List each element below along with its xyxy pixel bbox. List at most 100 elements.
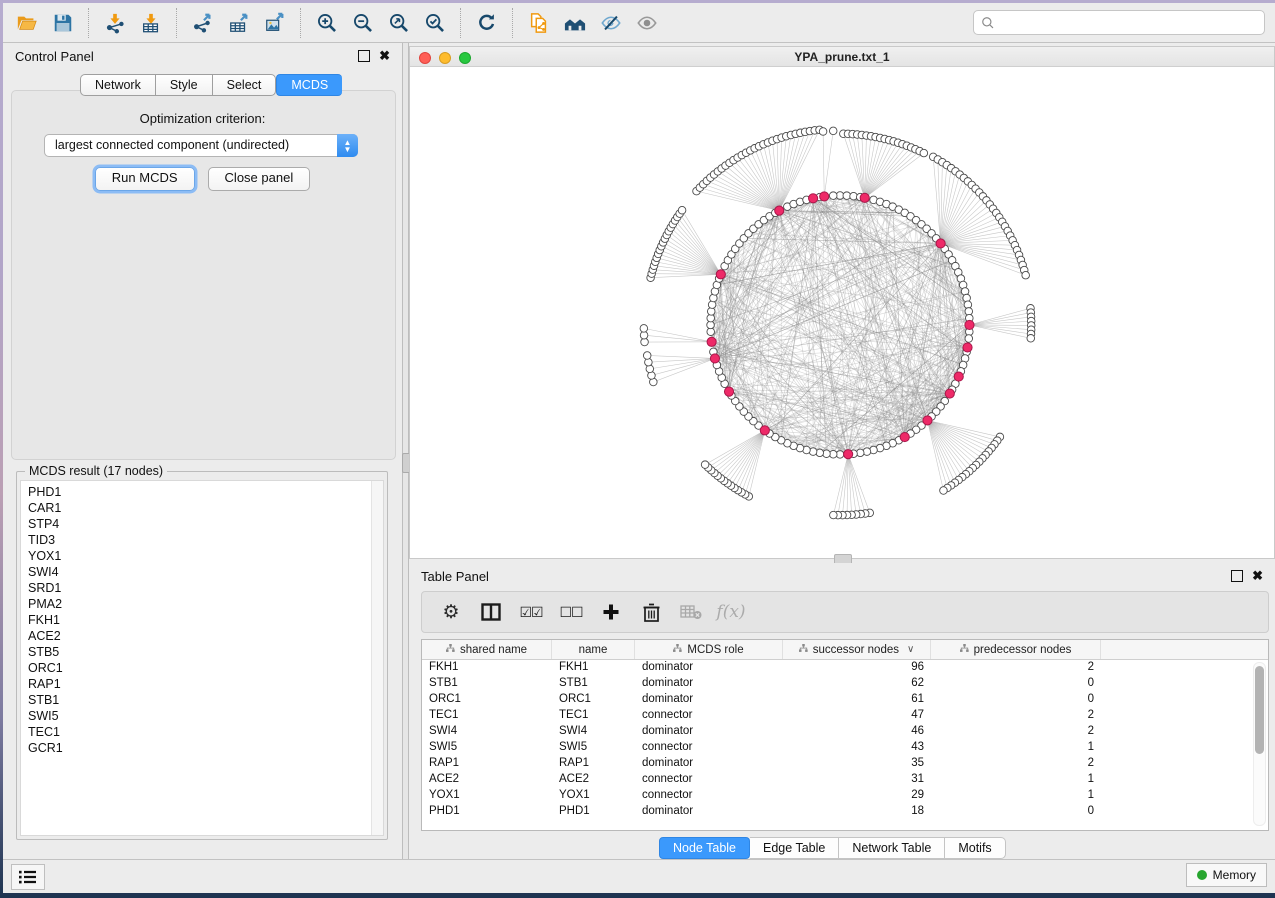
table-row[interactable]: TEC1TEC1connector472	[422, 707, 1268, 723]
mcds-hub-node[interactable]	[900, 432, 909, 441]
clone-network-icon[interactable]	[524, 8, 554, 38]
mcds-hub-node[interactable]	[707, 337, 716, 346]
leaf-node[interactable]	[819, 128, 827, 136]
table-row[interactable]: RAP1RAP1dominator352	[422, 755, 1268, 771]
table-row[interactable]: SWI5SWI5connector431	[422, 739, 1268, 755]
mcds-result-item[interactable]: PHD1	[28, 484, 63, 500]
table-row[interactable]: STB1STB1dominator620	[422, 675, 1268, 691]
criterion-dropdown[interactable]: largest connected component (undirected)…	[44, 134, 358, 157]
tab-network-table[interactable]: Network Table	[839, 837, 945, 859]
leaf-node[interactable]	[1022, 271, 1030, 279]
table-scrollbar[interactable]	[1253, 662, 1266, 826]
run-mcds-button[interactable]: Run MCDS	[95, 167, 195, 191]
network-node[interactable]	[829, 192, 837, 200]
open-folder-icon[interactable]	[12, 8, 42, 38]
leaf-node[interactable]	[678, 206, 686, 214]
import-network-icon[interactable]	[100, 8, 130, 38]
mcds-result-item[interactable]: TID3	[28, 532, 63, 548]
mcds-list-scrollbar[interactable]	[371, 481, 383, 835]
mcds-hub-node[interactable]	[760, 426, 769, 435]
show-panels-list-icon[interactable]	[11, 864, 45, 890]
vertical-splitter[interactable]	[402, 43, 409, 860]
table-row[interactable]: SWI4SWI4dominator462	[422, 723, 1268, 739]
mcds-hub-node[interactable]	[716, 270, 725, 279]
mcds-hub-node[interactable]	[724, 387, 733, 396]
float-table-panel-icon[interactable]	[1231, 570, 1243, 582]
delete-column-trash-icon[interactable]	[638, 599, 664, 625]
column-header-predecessor-nodes[interactable]: predecessor nodes	[931, 640, 1101, 659]
search-input[interactable]	[1000, 15, 1264, 31]
network-canvas[interactable]	[410, 66, 1274, 558]
zoom-selected-icon[interactable]	[420, 8, 450, 38]
tab-motifs[interactable]: Motifs	[945, 837, 1005, 859]
leaf-node[interactable]	[643, 352, 651, 360]
mcds-result-item[interactable]: TEC1	[28, 724, 63, 740]
table-row[interactable]: YOX1YOX1connector291	[422, 787, 1268, 803]
table-row[interactable]: ACE2ACE2connector311	[422, 771, 1268, 787]
mcds-hub-node[interactable]	[775, 206, 784, 215]
mcds-hub-node[interactable]	[923, 416, 932, 425]
leaf-node[interactable]	[640, 325, 648, 333]
close-table-panel-icon[interactable]: ✖	[1252, 571, 1263, 581]
mcds-hub-node[interactable]	[844, 450, 853, 459]
export-image-icon[interactable]	[260, 8, 290, 38]
tab-edge-table[interactable]: Edge Table	[750, 837, 839, 859]
mcds-result-item[interactable]: SWI4	[28, 564, 63, 580]
export-table-icon[interactable]	[224, 8, 254, 38]
mcds-result-item[interactable]: YOX1	[28, 548, 63, 564]
mcds-result-item[interactable]: RAP1	[28, 676, 63, 692]
leaf-node[interactable]	[829, 127, 837, 135]
apply-layout-refresh-icon[interactable]	[472, 8, 502, 38]
leaf-node[interactable]	[701, 461, 709, 469]
close-panel-button[interactable]: Close panel	[208, 167, 311, 191]
zoom-out-icon[interactable]	[348, 8, 378, 38]
mcds-hub-node[interactable]	[820, 192, 829, 201]
network-node[interactable]	[965, 335, 973, 343]
mcds-result-item[interactable]: STB1	[28, 692, 63, 708]
import-table-icon[interactable]	[136, 8, 166, 38]
leaf-node[interactable]	[830, 511, 838, 519]
mcds-result-item[interactable]: SWI5	[28, 708, 63, 724]
mcds-hub-node[interactable]	[860, 193, 869, 202]
mcds-result-list[interactable]: PHD1CAR1STP4TID3YOX1SWI4SRD1PMA2FKH1ACE2…	[20, 480, 384, 836]
mcds-hub-node[interactable]	[963, 343, 972, 352]
leaf-node[interactable]	[1027, 335, 1035, 343]
column-header-name[interactable]: name	[552, 640, 635, 659]
memory-button[interactable]: Memory	[1186, 863, 1267, 887]
search-field[interactable]	[973, 10, 1265, 35]
tab-mcds[interactable]: MCDS	[276, 74, 342, 96]
mcds-result-item[interactable]: GCR1	[28, 740, 63, 756]
column-header-MCDS-role[interactable]: MCDS role	[635, 640, 783, 659]
mcds-result-item[interactable]: PMA2	[28, 596, 63, 612]
save-icon[interactable]	[48, 8, 78, 38]
show-all-eye-icon[interactable]	[632, 8, 662, 38]
mcds-result-item[interactable]: SRD1	[28, 580, 63, 596]
table-row[interactable]: FKH1FKH1dominator962	[422, 659, 1268, 675]
table-row[interactable]: ORC1ORC1dominator610	[422, 691, 1268, 707]
mcds-result-item[interactable]: CAR1	[28, 500, 63, 516]
leaf-node[interactable]	[920, 149, 928, 157]
mcds-result-item[interactable]: STP4	[28, 516, 63, 532]
mcds-hub-node[interactable]	[945, 389, 954, 398]
mcds-result-item[interactable]: ACE2	[28, 628, 63, 644]
tab-node-table[interactable]: Node Table	[659, 837, 750, 859]
select-all-checks-icon[interactable]: ☑☑	[518, 599, 544, 625]
close-panel-icon[interactable]: ✖	[379, 51, 390, 61]
mcds-result-item[interactable]: ORC1	[28, 660, 63, 676]
mcds-hub-node[interactable]	[710, 354, 719, 363]
column-header-shared-name[interactable]: shared name	[422, 640, 552, 659]
first-neighbors-icon[interactable]	[560, 8, 590, 38]
gear-icon[interactable]: ⚙	[438, 599, 464, 625]
table-row[interactable]: PHD1PHD1dominator180	[422, 803, 1268, 819]
export-network-icon[interactable]	[188, 8, 218, 38]
mcds-hub-node[interactable]	[809, 194, 818, 203]
float-panel-icon[interactable]	[358, 50, 370, 62]
tab-network[interactable]: Network	[80, 74, 155, 96]
zoom-fit-icon[interactable]	[384, 8, 414, 38]
mcds-result-item[interactable]: FKH1	[28, 612, 63, 628]
deselect-all-checks-icon[interactable]: ☐☐	[558, 599, 584, 625]
table-scrollbar-thumb[interactable]	[1255, 666, 1264, 754]
columns-icon[interactable]	[478, 599, 504, 625]
zoom-in-icon[interactable]	[312, 8, 342, 38]
tab-select[interactable]: Select	[212, 74, 277, 96]
